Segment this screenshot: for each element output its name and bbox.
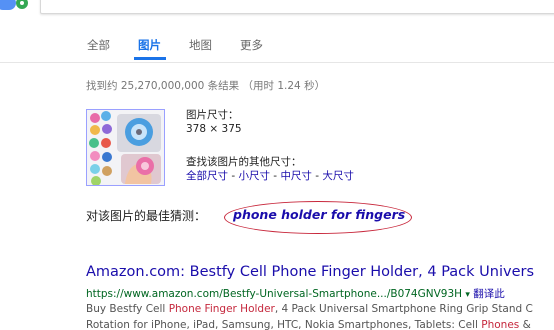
size-links: 全部尺寸 - 小尺寸 - 中尺寸 - 大尺寸 bbox=[186, 169, 354, 183]
search-tabs: 全部 图片 地图 更多 bbox=[0, 28, 554, 62]
snippet-highlight: Phones bbox=[481, 319, 520, 330]
tabs-divider bbox=[0, 62, 554, 63]
medium-size-link[interactable]: 中尺寸 bbox=[280, 170, 312, 182]
snippet-text: & bbox=[519, 319, 531, 330]
image-size-value: 378 × 375 bbox=[186, 123, 242, 135]
snippet-text: , 4 Pack Universal Smartphone Ring Grip … bbox=[274, 303, 533, 315]
chevron-down-icon[interactable]: ▾ bbox=[465, 290, 470, 300]
image-size-label: 图片尺寸： bbox=[186, 109, 239, 121]
snippet-text: Buy Bestfy Cell bbox=[86, 303, 169, 315]
size-separator: - bbox=[228, 170, 239, 182]
tab-all[interactable]: 全部 bbox=[87, 37, 110, 53]
best-guess-label: 对该图片的最佳猜测： bbox=[86, 209, 207, 223]
other-sizes: 查找该图片的其他尺寸： 全部尺寸 - 小尺寸 - 中尺寸 - 大尺寸 bbox=[186, 155, 354, 183]
large-size-link[interactable]: 大尺寸 bbox=[322, 170, 354, 182]
logo-green-part bbox=[16, 0, 28, 9]
size-separator: - bbox=[311, 170, 323, 182]
hand-drawn-highlight-oval bbox=[224, 201, 412, 234]
logo-blue-part bbox=[0, 0, 16, 10]
tab-images[interactable]: 图片 bbox=[138, 37, 161, 53]
result-url: https://www.amazon.com/Bestfy-Universal-… bbox=[86, 286, 505, 301]
active-tab-indicator bbox=[134, 57, 166, 60]
all-sizes-link[interactable]: 全部尺寸 bbox=[186, 170, 228, 182]
snippet-highlight: Phone Finger Holder bbox=[168, 303, 275, 315]
result-title-link[interactable]: Amazon.com: Bestfy Cell Phone Finger Hol… bbox=[86, 264, 534, 280]
search-input[interactable] bbox=[40, 0, 554, 14]
translate-link[interactable]: 翻译此 bbox=[473, 288, 505, 300]
other-sizes-label: 查找该图片的其他尺寸： bbox=[186, 156, 302, 168]
size-separator: - bbox=[269, 170, 281, 182]
image-size-info: 图片尺寸： 378 × 375 bbox=[186, 108, 242, 136]
top-search-bar bbox=[0, 0, 554, 18]
result-url-text: https://www.amazon.com/Bestfy-Universal-… bbox=[86, 288, 463, 300]
tab-maps[interactable]: 地图 bbox=[189, 37, 212, 53]
phone-holder-image bbox=[87, 110, 164, 185]
small-size-link[interactable]: 小尺寸 bbox=[238, 170, 270, 182]
snippet-text: Rotation for iPhone, iPad, Samsung, HTC,… bbox=[86, 319, 482, 330]
result-snippet-line-1: Buy Bestfy Cell Phone Finger Holder, 4 P… bbox=[86, 303, 533, 315]
result-stats: 找到约 25,270,000,000 条结果 （用时 1.24 秒） bbox=[86, 80, 326, 92]
search-engine-logo[interactable] bbox=[0, 0, 34, 10]
query-image-thumbnail[interactable] bbox=[86, 109, 165, 186]
result-snippet-line-2: Rotation for iPhone, iPad, Samsung, HTC,… bbox=[86, 319, 531, 330]
tab-more[interactable]: 更多 bbox=[240, 37, 263, 53]
